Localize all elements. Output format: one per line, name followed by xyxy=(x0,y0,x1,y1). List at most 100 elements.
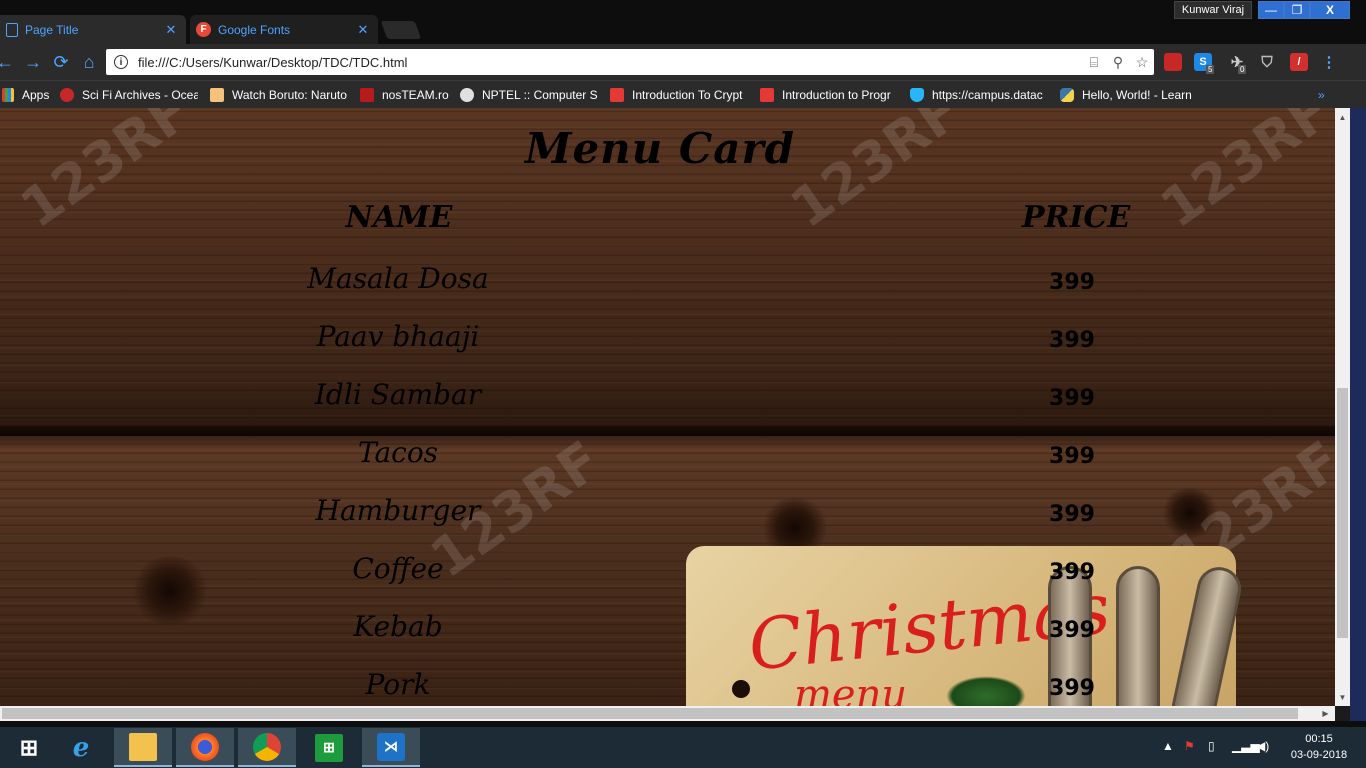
menu-item-name: Tacos xyxy=(357,436,439,469)
taskbar-file-explorer[interactable] xyxy=(114,728,172,767)
menu-item-price: 399 xyxy=(1049,270,1095,295)
shield-icon xyxy=(910,88,924,102)
scroll-up-icon[interactable]: ▲ xyxy=(1335,110,1350,124)
course-icon xyxy=(760,88,774,102)
bookmark-label: Introduction To Crypt xyxy=(632,88,743,102)
bookmark-label: Hello, World! - Learn xyxy=(1082,88,1192,102)
clock-date: 03-09-2018 xyxy=(1290,749,1348,761)
menu-item-name: Hamburger xyxy=(315,494,481,527)
apps-grid-icon xyxy=(2,88,14,102)
google-fonts-icon: F xyxy=(196,22,211,37)
scrollbar-thumb[interactable] xyxy=(1337,388,1348,638)
taskbar-chrome[interactable] xyxy=(238,728,296,767)
volume-icon[interactable]: ◀) xyxy=(1256,739,1269,753)
reload-icon[interactable]: ⟳ xyxy=(50,52,72,72)
tab-label: Page Title xyxy=(25,22,79,37)
minimize-button[interactable]: — xyxy=(1258,1,1284,19)
more-bookmarks-icon[interactable]: » xyxy=(1318,87,1334,103)
ie-icon: e xyxy=(72,732,90,763)
nosteam-icon xyxy=(360,88,374,102)
menu-item-name: Paav bhaaji xyxy=(316,320,480,353)
no-network-flag-icon[interactable]: ⚑ xyxy=(1184,739,1195,753)
file-explorer-icon xyxy=(129,732,157,761)
menu-item-name: Pork xyxy=(365,668,431,701)
new-tab-button[interactable] xyxy=(380,21,422,39)
clock-time: 00:15 xyxy=(1305,733,1333,745)
bookmark-crypto[interactable]: Introduction To Crypt xyxy=(610,87,748,103)
shield-icon[interactable]: ⛉ xyxy=(1258,53,1276,71)
tab-label: Google Fonts xyxy=(218,22,291,37)
bookmark-datacamp[interactable]: https://campus.datac xyxy=(910,87,1048,103)
bookmark-label: NPTEL :: Computer Sc xyxy=(482,88,598,102)
scroll-down-icon[interactable]: ▼ xyxy=(1335,690,1350,704)
menu-item-price: 399 xyxy=(1049,444,1095,469)
menu-item-price: 399 xyxy=(1049,386,1095,411)
bookmark-programming[interactable]: Introduction to Progr xyxy=(760,87,898,103)
taskbar-store[interactable]: ⊞ xyxy=(300,728,358,767)
tab-strip: Page Title ✕ F Google Fonts ✕ Kunwar Vir… xyxy=(0,0,1366,44)
info-icon[interactable]: i xyxy=(114,55,128,69)
scroll-right-icon[interactable]: ▶ xyxy=(1318,706,1333,721)
chrome-icon xyxy=(253,732,281,761)
close-tab-icon[interactable]: ✕ xyxy=(164,22,178,38)
column-header-price: PRICE xyxy=(1022,200,1131,235)
menu-item-price: 399 xyxy=(1049,328,1095,353)
show-hidden-icons-icon[interactable]: ▲ xyxy=(1162,739,1174,753)
url-text[interactable]: file:///C:/Users/Kunwar/Desktop/TDC/TDC.… xyxy=(138,55,1082,70)
firefox-icon xyxy=(191,732,219,761)
menu-kebab-icon[interactable]: ⋮ xyxy=(1320,53,1338,71)
bookmark-star-icon[interactable]: ☆ xyxy=(1130,54,1154,71)
vertical-scrollbar[interactable]: ▲ ▼ xyxy=(1335,108,1350,706)
profile-button[interactable]: Kunwar Viraj xyxy=(1174,1,1252,19)
horizontal-scrollbar[interactable]: ▶ xyxy=(0,706,1335,721)
nptel-icon xyxy=(460,88,474,102)
extension-red-icon[interactable]: / xyxy=(1290,53,1308,71)
spoon-icon xyxy=(1170,563,1246,706)
boruto-icon xyxy=(210,88,224,102)
bookmark-nptel[interactable]: NPTEL :: Computer Sc xyxy=(460,87,598,103)
extension-book-icon[interactable] xyxy=(1164,53,1182,71)
menu-item-price: 399 xyxy=(1049,502,1095,527)
tab-google-fonts[interactable]: F Google Fonts ✕ xyxy=(190,15,378,44)
window-frame xyxy=(1350,108,1366,726)
bookmark-apps[interactable]: Apps xyxy=(2,87,52,103)
bookmark-boruto[interactable]: Watch Boruto: Naruto xyxy=(210,87,348,103)
taskbar: ⊞ e ⊞ ⋊ ▲ ⚑ ▯ ▁▃▅ ◀) 00:15 03-09-2018 xyxy=(0,727,1366,768)
bookmarks-bar: Apps Sci Fi Archives - Ocea Watch Boruto… xyxy=(0,80,1366,108)
maximize-button[interactable]: ❐ xyxy=(1284,1,1310,19)
bookmark-label: https://campus.datac xyxy=(932,88,1043,102)
system-clock[interactable]: 00:15 03-09-2018 xyxy=(1288,731,1350,763)
bookmark-label: nosTEAM.ro xyxy=(382,88,449,102)
wood-knot xyxy=(130,556,210,626)
start-icon: ⊞ xyxy=(19,734,39,760)
forward-arrow-icon[interactable]: → xyxy=(22,52,44,72)
address-bar[interactable]: i file:///C:/Users/Kunwar/Desktop/TDC/TD… xyxy=(106,49,1154,75)
menu-item-name: Coffee xyxy=(352,552,444,585)
translate-icon[interactable]: ⌸ xyxy=(1082,54,1106,71)
page-icon xyxy=(6,22,18,37)
menu-item-price: 399 xyxy=(1049,560,1095,585)
close-window-button[interactable]: X xyxy=(1310,1,1350,19)
close-tab-icon[interactable]: ✕ xyxy=(356,22,370,38)
taskbar-firefox[interactable] xyxy=(176,728,234,767)
bookmark-python[interactable]: Hello, World! - Learn xyxy=(1060,87,1198,103)
taskbar-ie[interactable]: e xyxy=(52,728,110,767)
board-hole xyxy=(732,680,750,698)
home-icon[interactable]: ⌂ xyxy=(78,52,100,72)
tab-page-title[interactable]: Page Title ✕ xyxy=(0,15,186,44)
column-header-name: NAME xyxy=(345,200,453,235)
menu-item-price: 399 xyxy=(1049,618,1095,643)
scrollbar-thumb[interactable] xyxy=(2,708,1298,719)
back-arrow-icon[interactable]: ← xyxy=(0,52,16,72)
cutting-board-image: Christmas menu xyxy=(686,546,1246,706)
taskbar-vscode[interactable]: ⋊ xyxy=(362,728,420,767)
page-title: Menu Card xyxy=(524,124,796,173)
menu-item-price: 399 xyxy=(1049,676,1095,701)
zoom-icon[interactable]: ⚲ xyxy=(1106,54,1130,71)
course-icon xyxy=(610,88,624,102)
bookmark-nosteam[interactable]: nosTEAM.ro xyxy=(360,87,452,103)
battery-icon[interactable]: ▯ xyxy=(1208,739,1215,753)
start-button[interactable]: ⊞ xyxy=(0,728,58,767)
menu-item-name: Kebab xyxy=(353,610,443,643)
bookmark-scifi[interactable]: Sci Fi Archives - Ocea xyxy=(60,87,198,103)
